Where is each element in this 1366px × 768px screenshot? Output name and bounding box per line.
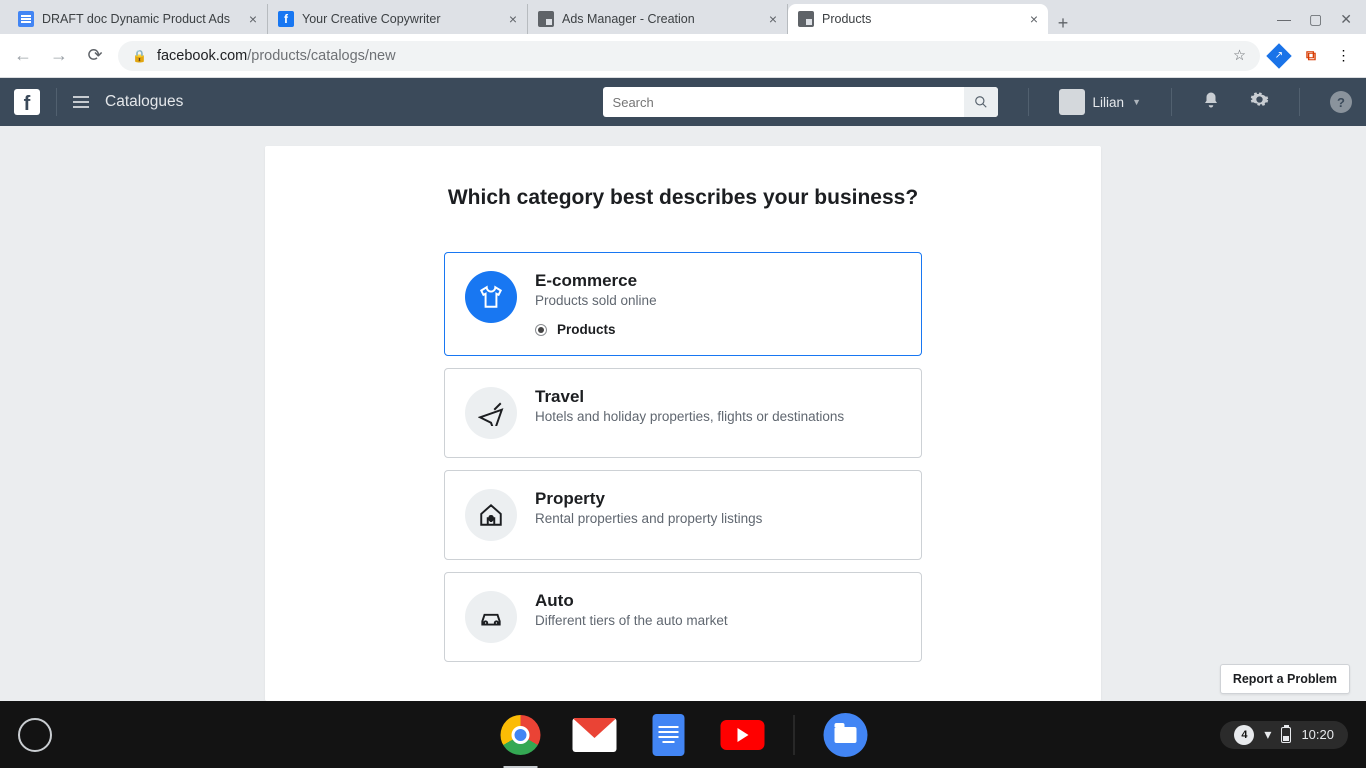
section-title: Catalogues xyxy=(105,93,183,111)
divider xyxy=(56,88,57,116)
option-title: Travel xyxy=(535,387,901,407)
settings-gear-icon[interactable] xyxy=(1250,90,1269,114)
chrome-app-icon[interactable] xyxy=(498,712,544,758)
launcher-button[interactable] xyxy=(18,718,52,752)
wifi-icon: ▾ xyxy=(1264,726,1271,743)
category-option-auto[interactable]: Auto Different tiers of the auto market xyxy=(444,572,922,662)
minimize-icon[interactable]: — xyxy=(1277,11,1291,28)
sub-option-label: Products xyxy=(557,322,616,337)
window-controls: — ▢ ✕ xyxy=(1277,11,1358,34)
url-text: facebook.com/products/catalogs/new xyxy=(157,48,396,64)
browser-tab[interactable]: f Your Creative Copywriter × xyxy=(268,4,528,34)
divider xyxy=(1171,88,1172,116)
divider xyxy=(1028,88,1029,116)
chevron-down-icon: ▼ xyxy=(1132,97,1141,107)
user-name: Lilian xyxy=(1093,95,1125,110)
products-favicon xyxy=(798,11,814,27)
browser-tabstrip: DRAFT doc Dynamic Product Ads × f Your C… xyxy=(0,0,1366,34)
browser-tab[interactable]: Ads Manager - Creation × xyxy=(528,4,788,34)
search-icon xyxy=(974,95,988,109)
sub-option-products[interactable]: Products xyxy=(535,322,901,337)
facebook-favicon: f xyxy=(278,11,294,27)
office-extension-icon[interactable]: ⧉ xyxy=(1302,47,1320,65)
option-title: Property xyxy=(535,489,901,509)
avatar xyxy=(1059,89,1085,115)
hamburger-menu-icon[interactable] xyxy=(73,96,89,108)
close-icon[interactable]: × xyxy=(509,11,517,27)
close-icon[interactable]: × xyxy=(1030,11,1038,27)
fb-search xyxy=(603,87,998,117)
category-options: E-commerce Products sold online Products… xyxy=(444,252,922,662)
clock: 10:20 xyxy=(1301,727,1334,742)
reload-button[interactable]: ⟳ xyxy=(82,43,108,69)
maximize-icon[interactable]: ▢ xyxy=(1309,11,1322,28)
tab-title: Products xyxy=(822,12,1022,26)
search-button[interactable] xyxy=(964,87,998,117)
option-title: E-commerce xyxy=(535,271,901,291)
option-desc: Different tiers of the auto market xyxy=(535,613,901,628)
svg-text:$: $ xyxy=(489,515,493,522)
shelf-apps xyxy=(498,712,869,758)
youtube-app-icon[interactable] xyxy=(720,712,766,758)
taskbar: 4 ▾ 10:20 xyxy=(0,701,1366,768)
tab-title: Ads Manager - Creation xyxy=(562,12,761,26)
browser-tab-active[interactable]: Products × xyxy=(788,4,1048,34)
notifications-icon[interactable] xyxy=(1202,91,1220,114)
bookmark-star-icon[interactable]: ☆ xyxy=(1233,48,1246,64)
option-desc: Rental properties and property listings xyxy=(535,511,901,526)
page-heading: Which category best describes your busin… xyxy=(265,186,1101,210)
close-icon[interactable]: × xyxy=(249,11,257,27)
new-tab-button[interactable]: + xyxy=(1048,13,1078,34)
files-app-icon[interactable] xyxy=(823,712,869,758)
user-menu[interactable]: Lilian ▼ xyxy=(1059,89,1141,115)
radio-selected xyxy=(535,324,547,336)
car-icon xyxy=(465,591,517,643)
page-body: Which category best describes your busin… xyxy=(0,126,1366,701)
system-tray[interactable]: 4 ▾ 10:20 xyxy=(1220,721,1348,749)
browser-menu-icon[interactable]: ⋮ xyxy=(1334,47,1352,65)
tshirt-icon xyxy=(465,271,517,323)
fb-header: f Catalogues Lilian ▼ ? xyxy=(0,78,1366,126)
gmail-app-icon[interactable] xyxy=(572,712,618,758)
close-window-icon[interactable]: ✕ xyxy=(1340,11,1352,28)
adsmanager-favicon xyxy=(538,11,554,27)
browser-toolbar: ← → ⟳ 🔒 facebook.com/products/catalogs/n… xyxy=(0,34,1366,78)
docs-favicon xyxy=(18,11,34,27)
divider xyxy=(1299,88,1300,116)
category-option-property[interactable]: $ Property Rental properties and propert… xyxy=(444,470,922,560)
address-bar[interactable]: 🔒 facebook.com/products/catalogs/new ☆ xyxy=(118,41,1260,71)
option-title: Auto xyxy=(535,591,901,611)
house-icon: $ xyxy=(465,489,517,541)
close-icon[interactable]: × xyxy=(769,11,777,27)
facebook-logo[interactable]: f xyxy=(14,89,40,115)
category-option-ecommerce[interactable]: E-commerce Products sold online Products xyxy=(444,252,922,356)
tab-title: Your Creative Copywriter xyxy=(302,12,501,26)
tab-title: DRAFT doc Dynamic Product Ads xyxy=(42,12,241,26)
extensions: ↗ ⧉ ⋮ xyxy=(1270,47,1356,65)
notification-count: 4 xyxy=(1234,725,1254,745)
airplane-icon xyxy=(465,387,517,439)
battery-icon xyxy=(1281,727,1291,743)
option-desc: Products sold online xyxy=(535,293,901,308)
forward-button[interactable]: → xyxy=(46,43,72,69)
extension-icon[interactable]: ↗ xyxy=(1270,47,1288,65)
back-button[interactable]: ← xyxy=(10,43,36,69)
category-option-travel[interactable]: Travel Hotels and holiday properties, fl… xyxy=(444,368,922,458)
browser-tab[interactable]: DRAFT doc Dynamic Product Ads × xyxy=(8,4,268,34)
report-problem-button[interactable]: Report a Problem xyxy=(1220,664,1350,694)
help-icon[interactable]: ? xyxy=(1330,91,1352,113)
search-input[interactable] xyxy=(603,95,964,110)
option-desc: Hotels and holiday properties, flights o… xyxy=(535,409,901,424)
lock-icon: 🔒 xyxy=(132,49,147,63)
category-card: Which category best describes your busin… xyxy=(265,146,1101,701)
docs-app-icon[interactable] xyxy=(646,712,692,758)
shelf-divider xyxy=(794,715,795,755)
